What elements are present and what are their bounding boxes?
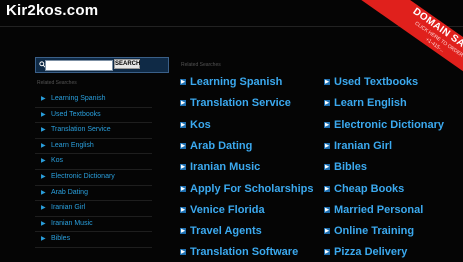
bullet-arrow-icon: ▶ xyxy=(180,100,186,107)
bullet-arrow-icon: ▶ xyxy=(324,185,330,192)
sidebar-item[interactable]: ▶ Bibles xyxy=(35,232,152,248)
arrow-right-icon: ▶ xyxy=(41,220,46,227)
bullet-arrow-icon: ▶ xyxy=(180,164,186,171)
bullet-arrow-icon: ▶ xyxy=(180,121,186,128)
bullet-arrow-icon: ▶ xyxy=(180,185,186,192)
bullet-arrow-icon: ▶ xyxy=(180,79,186,86)
arrow-right-icon: ▶ xyxy=(41,158,46,165)
related-link-label[interactable]: Kos xyxy=(190,119,211,131)
bullet-arrow-icon: ▶ xyxy=(324,228,330,235)
arrow-right-icon: ▶ xyxy=(41,236,46,243)
bullet-arrow-icon: ▶ xyxy=(180,142,186,149)
bullet-arrow-icon: ▶ xyxy=(324,79,330,86)
related-link[interactable]: ▶ Translation Software xyxy=(180,242,298,262)
related-link[interactable]: ▶ Travel Agents xyxy=(180,221,262,241)
sidebar-item-label[interactable]: Used Textbooks xyxy=(51,108,101,122)
related-link[interactable]: ▶ Learning Spanish xyxy=(180,72,282,92)
related-link[interactable]: ▶ Married Personal xyxy=(324,200,423,220)
sidebar-heading: Related Searches xyxy=(37,80,77,86)
related-link-label[interactable]: Arab Dating xyxy=(190,140,252,152)
arrow-right-icon: ▶ xyxy=(41,142,46,149)
sidebar-item[interactable]: ▶ Translation Service xyxy=(35,123,152,139)
related-link[interactable]: ▶ Apply For Scholarships xyxy=(180,179,313,199)
related-link[interactable]: ▶ Translation Service xyxy=(180,93,291,113)
sidebar-item-label[interactable]: Bibles xyxy=(51,232,70,246)
bullet-arrow-icon: ▶ xyxy=(324,100,330,107)
site-logo[interactable]: Kir2kos.com xyxy=(6,2,98,19)
related-link-label[interactable]: Venice Florida xyxy=(190,204,265,216)
sidebar-list: ▶ Learning Spanish ▶ Used Textbooks ▶ Transla… xyxy=(35,92,152,248)
sidebar-item[interactable]: ▶ Iranian Girl xyxy=(35,201,152,217)
sidebar-item-label[interactable]: Iranian Music xyxy=(51,217,93,231)
related-link-label[interactable]: Used Textbooks xyxy=(334,76,418,88)
sidebar-item[interactable]: ▶ Kos xyxy=(35,154,152,170)
sidebar-item-label[interactable]: Learning Spanish xyxy=(51,92,106,106)
sidebar-item[interactable]: ▶ Electronic Dictionary xyxy=(35,170,152,186)
sidebar-item-label[interactable]: Iranian Girl xyxy=(51,201,85,215)
search-input[interactable] xyxy=(45,60,113,71)
related-links: ▶ Learning Spanish ▶ Translation Service ▶ Ko… xyxy=(180,72,463,258)
bullet-arrow-icon: ▶ xyxy=(324,249,330,256)
search-button[interactable]: SEARCH xyxy=(114,59,140,69)
sidebar-item[interactable]: ▶ Learn English xyxy=(35,139,152,155)
sidebar-item[interactable]: ▶ Used Textbooks xyxy=(35,108,152,124)
related-link-label[interactable]: Travel Agents xyxy=(190,225,262,237)
bullet-arrow-icon: ▶ xyxy=(324,164,330,171)
related-link[interactable]: ▶ Iranian Girl xyxy=(324,136,392,156)
related-link-label[interactable]: Bibles xyxy=(334,161,367,173)
related-link[interactable]: ▶ Venice Florida xyxy=(180,200,265,220)
related-link-label[interactable]: Translation Software xyxy=(190,246,298,258)
related-link[interactable]: ▶ Cheap Books xyxy=(324,179,404,199)
related-link[interactable]: ▶ Used Textbooks xyxy=(324,72,418,92)
related-link-label[interactable]: Married Personal xyxy=(334,204,423,216)
related-link-label[interactable]: Pizza Delivery xyxy=(334,246,407,258)
header-divider xyxy=(0,26,463,27)
sidebar-item-label[interactable]: Translation Service xyxy=(51,123,111,137)
arrow-right-icon: ▶ xyxy=(41,189,46,196)
related-link-label[interactable]: Iranian Girl xyxy=(334,140,392,152)
bullet-arrow-icon: ▶ xyxy=(324,206,330,213)
related-link[interactable]: ▶ Kos xyxy=(180,115,211,135)
sidebar-item-label[interactable]: Learn English xyxy=(51,139,94,153)
related-link[interactable]: ▶ Online Training xyxy=(324,221,414,241)
related-link-label[interactable]: Learning Spanish xyxy=(190,76,282,88)
related-link[interactable]: ▶ Electronic Dictionary xyxy=(324,115,444,135)
sidebar-item[interactable]: ▶ Learning Spanish xyxy=(35,92,152,108)
related-link-label[interactable]: Translation Service xyxy=(190,97,291,109)
related-link-label[interactable]: Online Training xyxy=(334,225,414,237)
related-link[interactable]: ▶ Arab Dating xyxy=(180,136,252,156)
related-link-label[interactable]: Iranian Music xyxy=(190,161,260,173)
sidebar-item[interactable]: ▶ Iranian Music xyxy=(35,217,152,233)
bullet-arrow-icon: ▶ xyxy=(180,249,186,256)
arrow-right-icon: ▶ xyxy=(41,111,46,118)
related-link[interactable]: ▶ Learn English xyxy=(324,93,407,113)
sidebar-item-label[interactable]: Arab Dating xyxy=(51,186,88,200)
related-link[interactable]: ▶ Iranian Music xyxy=(180,157,260,177)
related-link[interactable]: ▶ Bibles xyxy=(324,157,367,177)
related-link-label[interactable]: Learn English xyxy=(334,97,407,109)
related-link[interactable]: ▶ Pizza Delivery xyxy=(324,242,407,262)
related-link-label[interactable]: Electronic Dictionary xyxy=(334,119,444,131)
related-link-label[interactable]: Cheap Books xyxy=(334,183,404,195)
bullet-arrow-icon: ▶ xyxy=(180,206,186,213)
sidebar-item-label[interactable]: Electronic Dictionary xyxy=(51,170,115,184)
main-heading: Related Searches xyxy=(181,62,221,68)
arrow-right-icon: ▶ xyxy=(41,205,46,212)
arrow-right-icon: ▶ xyxy=(41,127,46,134)
related-link-label[interactable]: Apply For Scholarships xyxy=(190,183,313,195)
bullet-arrow-icon: ▶ xyxy=(180,228,186,235)
arrow-right-icon: ▶ xyxy=(41,173,46,180)
bullet-arrow-icon: ▶ xyxy=(324,121,330,128)
bullet-arrow-icon: ▶ xyxy=(324,142,330,149)
arrow-right-icon: ▶ xyxy=(41,96,46,102)
sidebar-item[interactable]: ▶ Arab Dating xyxy=(35,186,152,202)
sidebar-item-label[interactable]: Kos xyxy=(51,154,63,168)
